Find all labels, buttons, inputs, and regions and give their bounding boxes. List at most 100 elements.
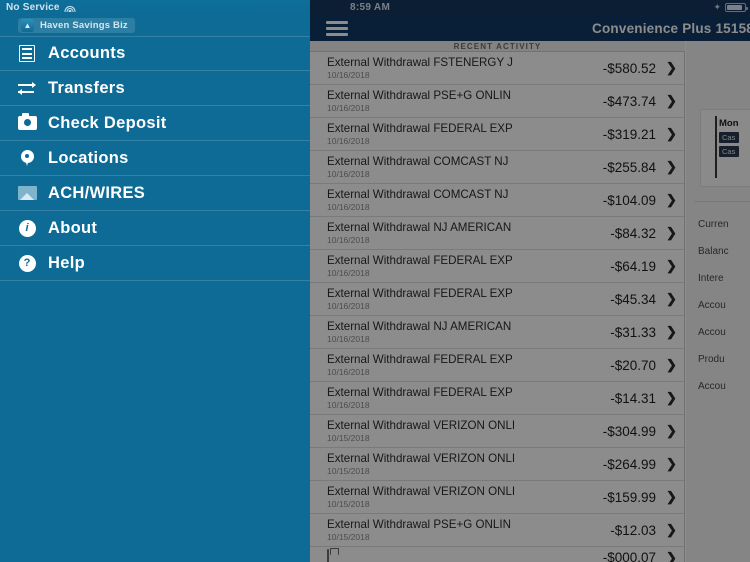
transaction-amount: -$104.09 — [602, 192, 656, 208]
transaction-description: External Withdrawal NJ AMERICAN — [327, 320, 512, 333]
transaction-texts: 998400 — [327, 549, 603, 562]
chevron-right-icon[interactable]: ❯ — [666, 291, 677, 307]
transaction-date: 10/16/2018 — [327, 235, 370, 245]
navigation-drawer: No Service ▲ Haven Savings Biz Accounts T… — [0, 0, 310, 562]
chevron-right-icon[interactable]: ❯ — [666, 522, 677, 538]
transaction-date: 10/15/2018 — [327, 499, 370, 509]
sidebar-item-label: Check Deposit — [48, 113, 167, 132]
sidebar-item-check-deposit[interactable]: Check Deposit — [0, 106, 310, 141]
transaction-amount: -$319.21 — [602, 126, 656, 142]
app-badge[interactable]: ▲ Haven Savings Biz — [18, 17, 135, 33]
map-pin-icon — [12, 147, 42, 169]
sidebar-item-locations[interactable]: Locations — [0, 141, 310, 176]
transaction-amount: -$14.31 — [610, 390, 656, 406]
transaction-row[interactable]: External Withdrawal FEDERAL EXP 10/16/201… — [310, 118, 684, 151]
transaction-row[interactable]: External Withdrawal VERIZON ONLI 10/15/20… — [310, 448, 684, 481]
transaction-amount: -$31.33 — [610, 324, 656, 340]
chevron-right-icon[interactable]: ❯ — [666, 225, 677, 241]
transaction-description: External Withdrawal COMCAST NJ — [327, 155, 509, 168]
navigation-bar: Convenience Plus 15158 — [310, 15, 750, 41]
transaction-description: External Withdrawal PSE+G ONLIN — [327, 89, 511, 102]
sidebar-item-label: About — [48, 218, 98, 237]
chevron-right-icon[interactable]: ❯ — [666, 60, 677, 76]
transaction-amount: -$580.52 — [602, 60, 656, 76]
sidebar-item-transfers[interactable]: Transfers — [0, 71, 310, 106]
transaction-date: 10/15/2018 — [327, 532, 370, 542]
transfers-icon — [12, 77, 42, 99]
sidebar-item-ach-wires[interactable]: ACH/WIRES — [0, 176, 310, 211]
transaction-row[interactable]: External Withdrawal COMCAST NJ 10/16/2018… — [310, 151, 684, 184]
transaction-date: 10/16/2018 — [327, 301, 370, 311]
sidebar-item-help[interactable]: ? Help — [0, 246, 310, 281]
transaction-date: 10/16/2018 — [327, 169, 370, 179]
drawer-status-bar: No Service — [0, 0, 310, 14]
bluetooth-icon: ✦ — [713, 2, 721, 12]
chevron-right-icon[interactable]: ❯ — [666, 324, 677, 340]
panel-divider — [694, 201, 750, 202]
transaction-description: External Withdrawal VERIZON ONLI — [327, 452, 516, 465]
transaction-row[interactable]: External Withdrawal FEDERAL EXP 10/16/201… — [310, 250, 684, 283]
chevron-right-icon[interactable]: ❯ — [666, 390, 677, 406]
transaction-list[interactable]: External Withdrawal FSTENERGY J 10/16/201… — [310, 52, 685, 562]
chevron-right-icon[interactable]: ❯ — [666, 258, 677, 274]
chevron-right-icon[interactable]: ❯ — [666, 550, 677, 562]
transaction-row[interactable]: External Withdrawal NJ AMERICAN 10/16/201… — [310, 217, 684, 250]
camera-icon — [12, 112, 42, 134]
info-icon: i — [18, 219, 36, 237]
chevron-right-icon[interactable]: ❯ — [666, 357, 677, 373]
transaction-texts: External Withdrawal PSE+G ONLIN 10/16/201… — [327, 89, 603, 113]
transaction-amount: -$255.84 — [602, 159, 656, 175]
transaction-row-partial[interactable]: 998400-$000.07 ❯ — [310, 547, 684, 562]
transaction-amount: -$000.07 — [602, 550, 656, 562]
transaction-description: External Withdrawal VERIZON ONLI — [327, 419, 516, 432]
image-icon — [17, 186, 37, 200]
transaction-amount: -$84.32 — [610, 225, 656, 241]
transaction-description: External Withdrawal PSE+G ONLIN — [327, 518, 511, 531]
transaction-texts: External Withdrawal VERIZON ONLI 10/15/20… — [327, 485, 603, 509]
transaction-texts: External Withdrawal FEDERAL EXP 10/16/201… — [327, 122, 603, 146]
transaction-amount: -$264.99 — [602, 456, 656, 472]
transaction-row[interactable]: External Withdrawal PSE+G ONLIN 10/16/201… — [310, 85, 684, 118]
transaction-row[interactable]: External Withdrawal FSTENERGY J 10/16/201… — [310, 52, 684, 85]
battery-icon — [725, 3, 748, 12]
wifi-icon — [64, 3, 76, 12]
chart-legend-entry: Cas — [719, 132, 739, 143]
transaction-row[interactable]: External Withdrawal NJ AMERICAN 10/16/201… — [310, 316, 684, 349]
transaction-row[interactable]: External Withdrawal COMCAST NJ 10/16/2018… — [310, 184, 684, 217]
hamburger-menu-icon[interactable] — [326, 20, 348, 36]
sidebar-item-accounts[interactable]: Accounts — [0, 36, 310, 71]
transaction-row[interactable]: External Withdrawal VERIZON ONLI 10/15/20… — [310, 481, 684, 514]
transaction-texts: External Withdrawal NJ AMERICAN 10/16/201… — [327, 320, 610, 344]
detail-row-label: Produ — [698, 354, 725, 365]
balance-chart-card[interactable]: Mon Cas Cas — [700, 109, 750, 187]
chevron-right-icon[interactable]: ❯ — [666, 456, 677, 472]
chevron-right-icon[interactable]: ❯ — [666, 489, 677, 505]
transaction-texts: External Withdrawal FEDERAL EXP 10/16/201… — [327, 386, 610, 410]
transaction-row[interactable]: External Withdrawal FEDERAL EXP 10/16/201… — [310, 349, 684, 382]
question-icon: ? — [12, 252, 42, 274]
transaction-description: External Withdrawal FEDERAL EXP — [327, 254, 513, 267]
chart-legend-title: Mon — [719, 118, 739, 129]
transaction-row[interactable]: External Withdrawal PSE+G ONLIN 10/15/201… — [310, 514, 684, 547]
account-detail-panel: Mon Cas Cas Curren Balanc Intere Accou Accou… — [686, 41, 750, 562]
chevron-right-icon[interactable]: ❯ — [666, 126, 677, 142]
chevron-right-icon[interactable]: ❯ — [666, 93, 677, 109]
sidebar-item-about[interactable]: i About — [0, 211, 310, 246]
sidebar-item-label: Help — [48, 253, 85, 272]
carrier-label: No Service — [6, 1, 60, 13]
transfers-icon — [18, 81, 36, 95]
chevron-right-icon[interactable]: ❯ — [666, 159, 677, 175]
transaction-description: External Withdrawal FEDERAL EXP — [327, 353, 513, 366]
chevron-right-icon[interactable]: ❯ — [666, 192, 677, 208]
chart-legend: Mon Cas Cas — [719, 118, 739, 157]
transaction-row[interactable]: External Withdrawal FEDERAL EXP 10/16/201… — [310, 283, 684, 316]
transaction-row[interactable]: External Withdrawal VERIZON ONLI 10/15/20… — [310, 415, 684, 448]
transaction-row[interactable]: External Withdrawal FEDERAL EXP 10/16/201… — [310, 382, 684, 415]
recent-activity-header: RECENT ACTIVITY — [310, 41, 685, 52]
drawer-menu[interactable]: Accounts Transfers Check Deposit Locations A… — [0, 36, 310, 281]
transaction-texts: External Withdrawal FEDERAL EXP 10/16/201… — [327, 287, 610, 311]
chevron-right-icon[interactable]: ❯ — [666, 423, 677, 439]
camera-icon — [17, 113, 37, 130]
transaction-amount: -$12.03 — [610, 522, 656, 538]
transaction-date: 10/16/2018 — [327, 334, 370, 344]
